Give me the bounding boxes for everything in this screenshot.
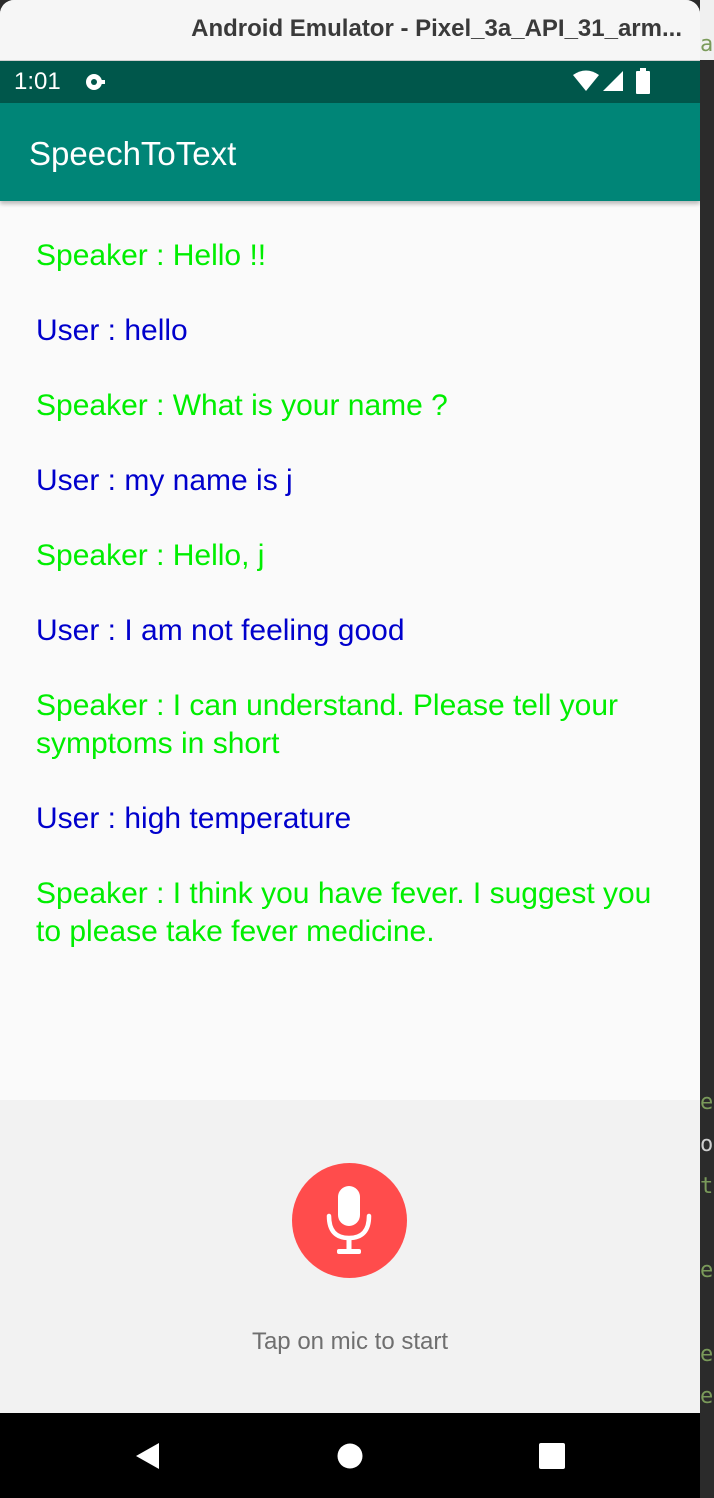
ide-code-fragment: e bbox=[700, 1342, 714, 1367]
ide-code-fragment: t bbox=[700, 1174, 714, 1199]
ide-code-fragment: er bbox=[700, 1384, 714, 1409]
user-message: User : I am not feeling good bbox=[36, 614, 405, 647]
status-bar: 1:01 bbox=[0, 61, 700, 103]
mic-hint: Tap on mic to start bbox=[251, 1328, 449, 1355]
notification-icon bbox=[86, 74, 105, 90]
microphone-icon bbox=[326, 1186, 372, 1254]
app-title: SpeechToText bbox=[29, 135, 237, 172]
user-message: User : high temperature bbox=[36, 802, 352, 835]
screenshot-root: ar er o t er e er Android Emulator - Pix… bbox=[0, 0, 714, 1498]
ide-code-fragment: ar bbox=[700, 32, 714, 57]
signal-icon bbox=[603, 71, 623, 91]
window-title: Android Emulator - Pixel_3a_API_31_arm..… bbox=[191, 15, 682, 42]
battery-icon bbox=[636, 68, 650, 94]
speaker-message: Speaker : I can understand. Please tell … bbox=[36, 689, 619, 760]
navigation-bar bbox=[0, 1413, 700, 1498]
user-message: User : hello bbox=[36, 314, 188, 347]
mic-button[interactable] bbox=[292, 1163, 407, 1278]
android-screen: 1:01 SpeechToText Speaker: Hello !! Use… bbox=[0, 61, 700, 1498]
speaker-message: Speaker : Hello, j bbox=[36, 539, 265, 572]
window-titlebar[interactable]: Android Emulator - Pixel_3a_API_31_arm..… bbox=[0, 0, 700, 61]
wifi-icon bbox=[573, 70, 599, 91]
ide-code-fragment: er bbox=[700, 1258, 714, 1283]
speaker-message: Speaker : Hello !! bbox=[36, 239, 267, 272]
ide-background: ar er o t er e er bbox=[700, 0, 714, 1498]
conversation-log: Speaker : Hello !! User : hello Speaker … bbox=[36, 237, 666, 988]
speaker-message: Speaker : What is your name ? bbox=[36, 389, 448, 422]
back-icon[interactable] bbox=[133, 1441, 163, 1471]
emulator-window: Android Emulator - Pixel_3a_API_31_arm..… bbox=[0, 0, 700, 1498]
mic-panel: Tap on mic to start bbox=[0, 1100, 700, 1413]
ide-code-fragment: er bbox=[700, 1090, 714, 1115]
speaker-message: Speaker : I think you have fever. I sugg… bbox=[36, 877, 652, 948]
home-icon[interactable] bbox=[335, 1441, 365, 1471]
user-message: User : my name is j bbox=[36, 464, 293, 497]
ide-code-fragment: o bbox=[700, 1132, 714, 1157]
recents-icon[interactable] bbox=[537, 1441, 567, 1471]
status-time: 1:01 bbox=[14, 68, 61, 95]
app-bar: SpeechToText bbox=[0, 103, 700, 201]
